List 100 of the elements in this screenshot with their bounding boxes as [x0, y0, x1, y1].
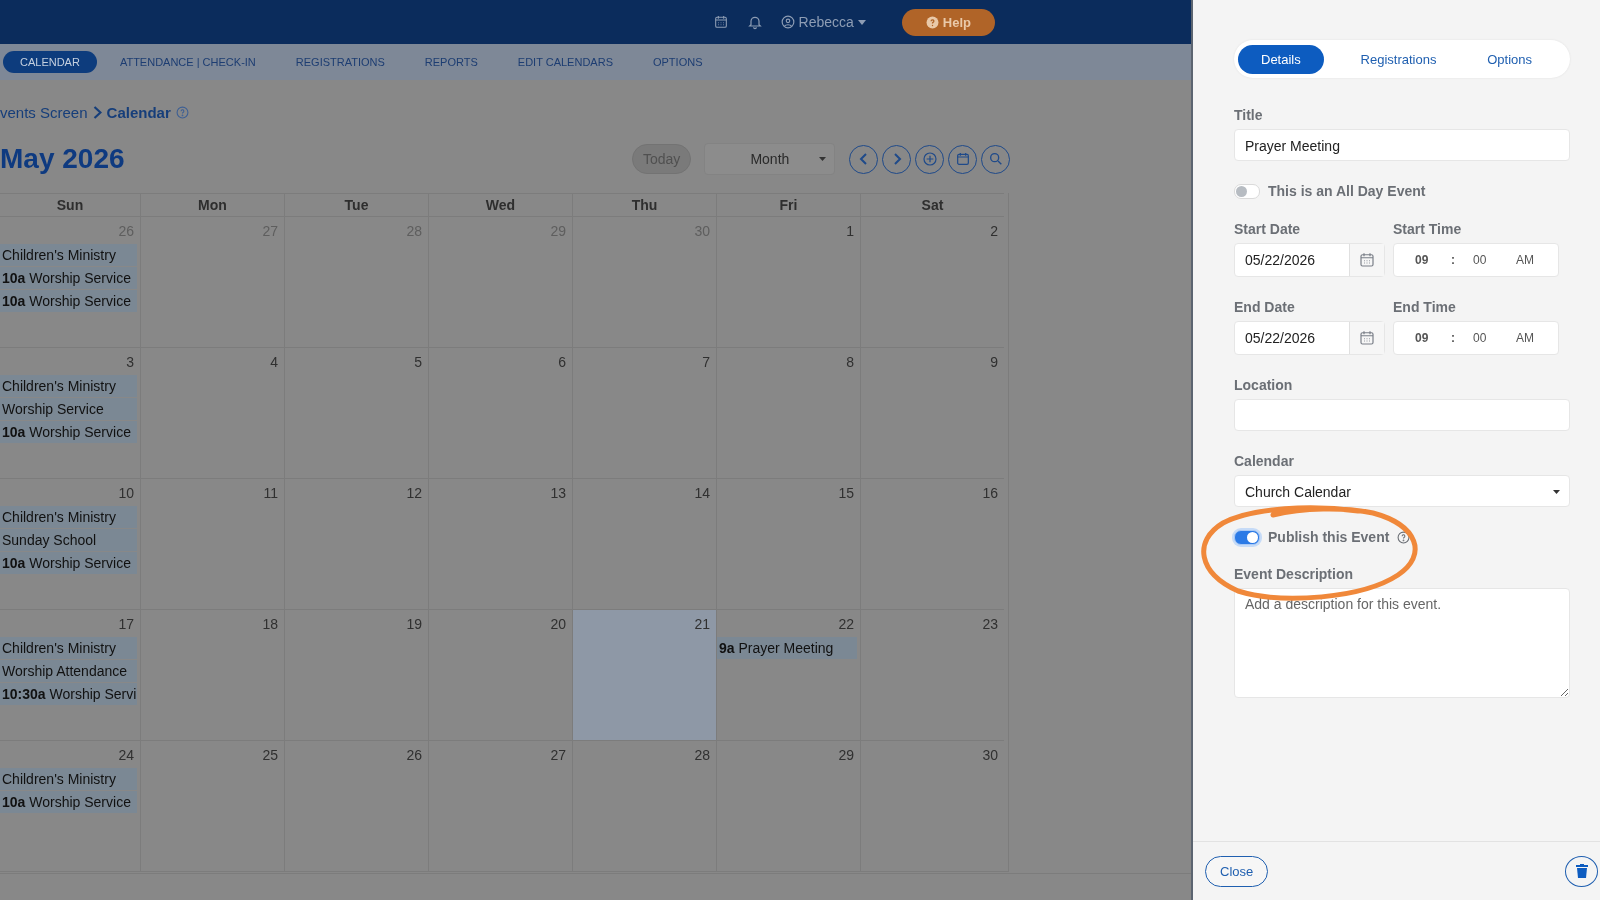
day-number: 7 — [702, 353, 711, 372]
weekday-header: Tue — [284, 193, 428, 216]
field-label: Event Description — [1234, 566, 1355, 582]
day-cell[interactable]: 3 Children's Ministry Worship Service 10a Worship Service — [0, 347, 140, 478]
day-cell[interactable]: 26 — [284, 740, 428, 871]
day-cell[interactable]: 15 — [716, 478, 860, 609]
calendar-event[interactable]: Worship Service — [0, 398, 137, 420]
panel-tab[interactable]: Registrations — [1346, 44, 1451, 74]
day-cell[interactable]: 4 — [140, 347, 284, 478]
calendar-event[interactable]: 10a Worship Service — [0, 421, 137, 443]
day-number: 5 — [414, 353, 423, 372]
day-cell[interactable]: 8 — [716, 347, 860, 478]
panel-tab[interactable]: Options — [1473, 44, 1546, 74]
title-field[interactable]: Prayer Meeting — [1234, 129, 1570, 161]
day-number: 14 — [694, 484, 711, 503]
nav-tab[interactable]: ATTENDANCE | CHECK-IN — [102, 51, 273, 73]
toggle-label: This is an All Day Event — [1268, 183, 1426, 199]
view-select[interactable]: Month — [704, 143, 836, 175]
nav-tab[interactable]: CALENDAR — [3, 51, 97, 73]
calendar-event[interactable]: 10a Worship Service — [0, 267, 137, 289]
calendar-event[interactable]: 10:30a Worship Servi — [0, 683, 137, 705]
day-cell[interactable]: 25 — [140, 740, 284, 871]
day-cell[interactable]: 2 — [860, 216, 1004, 347]
day-cell[interactable]: 29 — [716, 740, 860, 871]
toggle-switch[interactable] — [1234, 183, 1260, 199]
weekday-header: Sun — [0, 193, 140, 216]
day-cell[interactable]: 30 — [860, 740, 1004, 871]
calendar-event[interactable]: 9a Prayer Meeting — [717, 637, 857, 659]
user-icon — [780, 15, 795, 29]
toggle-switch[interactable] — [1234, 529, 1260, 545]
day-number: 17 — [118, 615, 135, 634]
day-number: 19 — [406, 615, 423, 634]
day-number: 25 — [262, 746, 279, 765]
day-number: 24 — [118, 746, 135, 765]
calendar-icon[interactable] — [712, 14, 729, 30]
calendar-event[interactable]: 10a Worship Service — [0, 791, 137, 813]
time-field[interactable]: 09 : 00 AM — [1393, 243, 1559, 277]
calendar-event[interactable]: Children's Ministry — [0, 375, 137, 397]
nav-tab[interactable]: REPORTS — [407, 51, 495, 73]
calendar-event[interactable]: Worship Attendance — [0, 660, 137, 682]
panel-tab[interactable]: Details — [1238, 44, 1324, 74]
calendar-event[interactable]: Children's Ministry — [0, 768, 137, 790]
calendar-event[interactable]: 10a Worship Service — [0, 552, 137, 574]
day-cell[interactable]: 19 — [284, 609, 428, 740]
help-button[interactable]: Help — [901, 8, 995, 36]
day-cell[interactable]: 9 — [860, 347, 1004, 478]
calendar-event[interactable]: 10a Worship Service — [0, 290, 137, 312]
day-cell[interactable]: 1 — [716, 216, 860, 347]
description-field[interactable]: Add a description for this event. — [1234, 588, 1570, 698]
day-cell[interactable]: 6 — [428, 347, 572, 478]
toggle-label: Publish this Event — [1268, 529, 1390, 545]
time-field[interactable]: 09 : 00 AM — [1393, 321, 1559, 355]
calendar-event[interactable]: Sunday School — [0, 529, 137, 551]
breadcrumb-current: Calendar — [106, 104, 171, 121]
trash-icon — [1575, 864, 1588, 878]
calendar-event[interactable]: Children's Ministry — [0, 244, 137, 266]
calendar-select[interactable]: Church Calendar — [1234, 475, 1570, 507]
calendar-event[interactable]: Children's Ministry — [0, 506, 137, 528]
day-cell[interactable]: 11 — [140, 478, 284, 609]
nav-tab[interactable]: EDIT CALENDARS — [500, 51, 630, 73]
chevron-left-icon — [857, 153, 870, 165]
day-number: 9 — [990, 353, 999, 372]
weekday-header: Mon — [140, 193, 284, 216]
day-number: 27 — [550, 746, 567, 765]
day-cell[interactable]: 23 — [860, 609, 1004, 740]
nav-tab[interactable]: OPTIONS — [635, 51, 720, 73]
location-field[interactable] — [1234, 399, 1570, 431]
day-cell[interactable]: 24 Children's Ministry 10a Worship Service — [0, 740, 140, 871]
close-button[interactable]: Close — [1205, 855, 1269, 887]
bell-icon[interactable] — [746, 14, 763, 30]
day-cell[interactable]: 22 9a Prayer Meeting — [716, 609, 860, 740]
day-cell[interactable]: 7 — [572, 347, 716, 478]
day-number: 13 — [550, 484, 567, 503]
day-number: 16 — [982, 484, 999, 503]
day-cell[interactable]: 17 Children's Ministry Worship Attendance 10:30a Worship Servi — [0, 609, 140, 740]
day-cell[interactable]: 18 — [140, 609, 284, 740]
nav-tab[interactable]: REGISTRATIONS — [278, 51, 402, 73]
day-cell[interactable]: 5 — [284, 347, 428, 478]
day-cell[interactable]: 13 — [428, 478, 572, 609]
calendar-event[interactable]: Children's Ministry — [0, 637, 137, 659]
day-cell[interactable]: 10 Children's Ministry Sunday School 10a Worship Service — [0, 478, 140, 609]
day-cell[interactable]: 21 — [572, 609, 716, 740]
breadcrumb-link[interactable]: vents Screen — [0, 104, 88, 121]
weekday-header: Thu — [572, 193, 716, 216]
day-number: 3 — [126, 353, 135, 372]
caret-icon — [1553, 490, 1560, 494]
month-title: May 2026 — [0, 143, 126, 175]
weekday-header: Fri — [716, 193, 860, 216]
day-cell[interactable]: 16 — [860, 478, 1004, 609]
help-icon[interactable] — [175, 106, 189, 119]
help-icon — [925, 15, 939, 29]
help-icon[interactable] — [1397, 530, 1411, 544]
chevron-icon — [92, 106, 102, 119]
day-cell[interactable]: 27 — [428, 740, 572, 871]
weekday-header: Wed — [428, 193, 572, 216]
day-cell[interactable]: 28 — [572, 740, 716, 871]
field-label: End Date — [1234, 299, 1296, 315]
day-number: 11 — [263, 484, 279, 503]
day-cell[interactable]: 12 — [284, 478, 428, 609]
user-menu[interactable]: Rebecca — [780, 14, 866, 30]
